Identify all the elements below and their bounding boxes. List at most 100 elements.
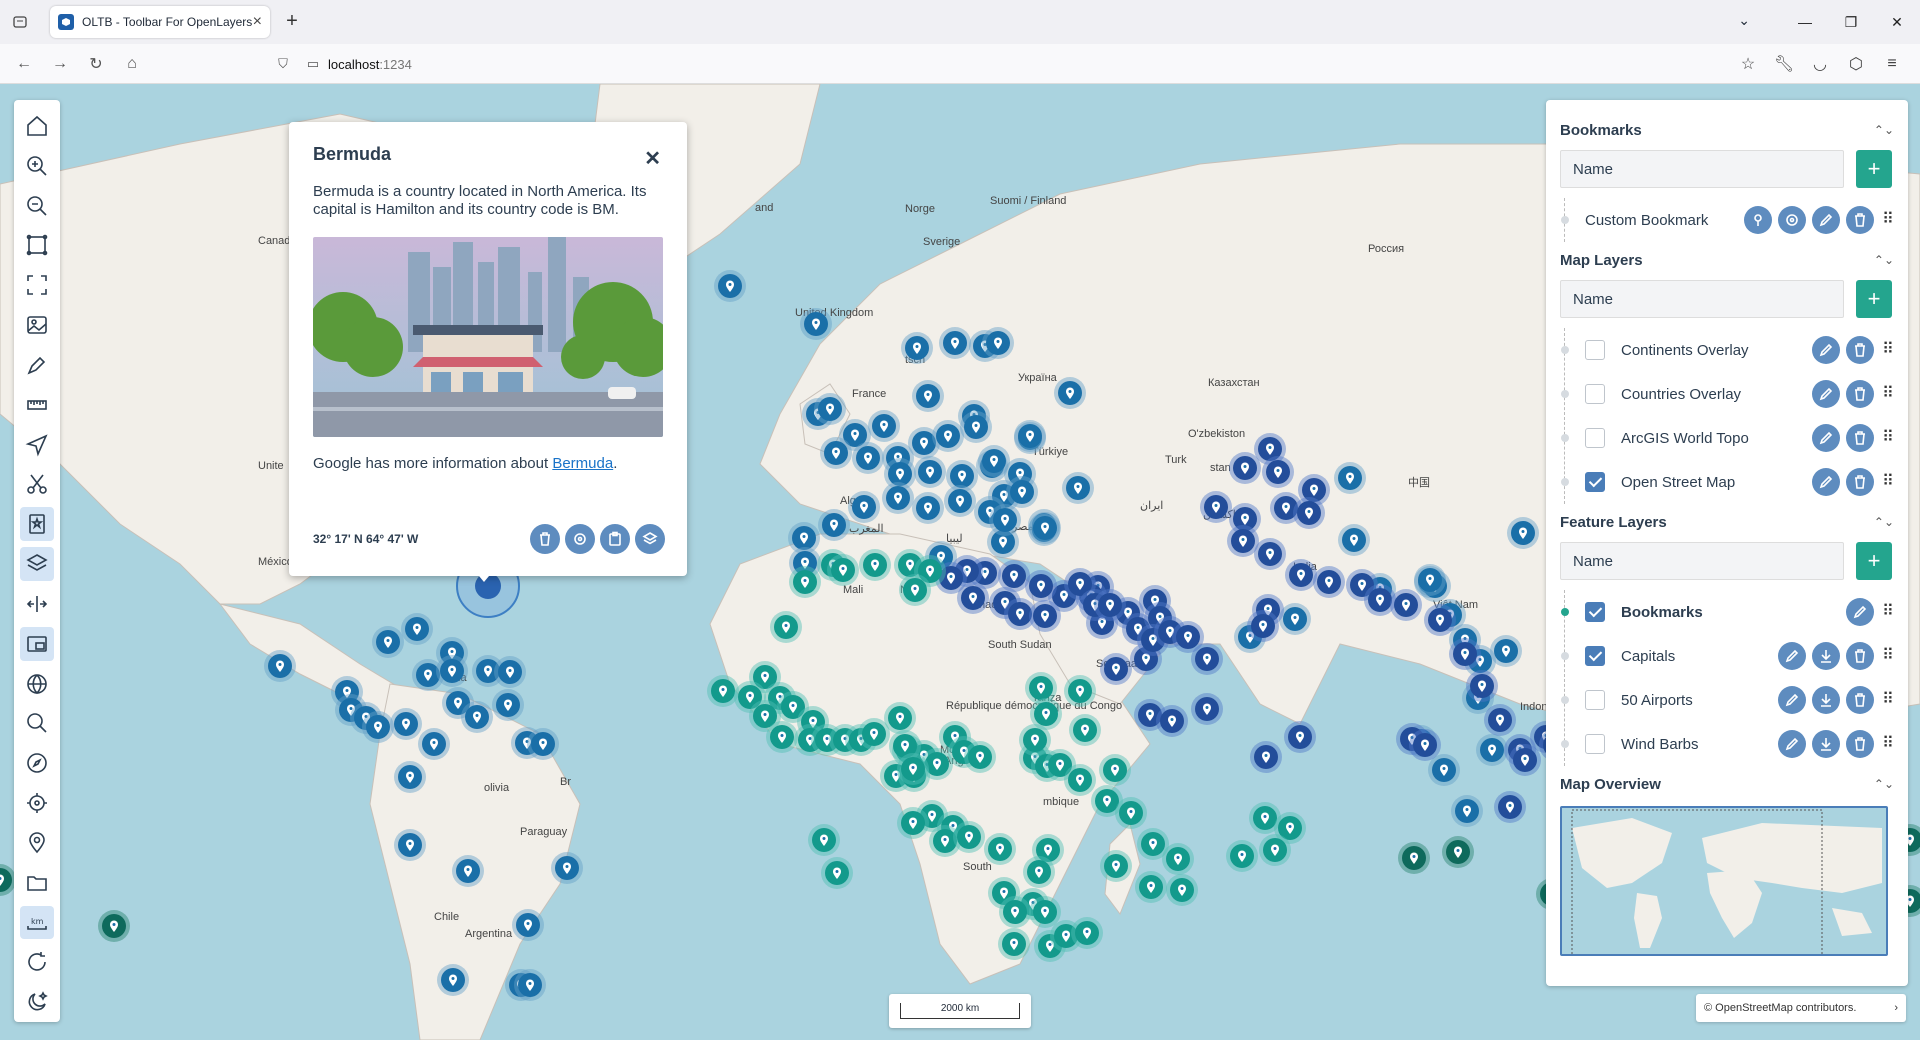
map-marker[interactable]	[998, 928, 1030, 960]
download-button[interactable]	[1812, 730, 1840, 758]
map-marker[interactable]	[1094, 589, 1126, 621]
map-marker[interactable]	[1014, 420, 1046, 452]
map-marker[interactable]	[1156, 705, 1188, 737]
map-marker[interactable]	[98, 910, 130, 942]
map-marker[interactable]	[1414, 564, 1446, 596]
map-marker[interactable]	[882, 482, 914, 514]
map-marker[interactable]	[362, 711, 394, 743]
map-marker[interactable]	[1100, 653, 1132, 685]
map-marker[interactable]	[964, 741, 996, 773]
bermuda-link[interactable]: Bermuda	[552, 455, 613, 472]
layer-item[interactable]: Continents Overlay ⠿	[1561, 328, 1894, 372]
map-marker[interactable]	[868, 410, 900, 442]
drag-handle-icon[interactable]: ⠿	[1880, 648, 1894, 664]
delete-button[interactable]	[1846, 206, 1874, 234]
map-marker[interactable]	[551, 852, 583, 884]
wrench-icon[interactable]: 🔧︎	[1766, 48, 1802, 80]
map-marker[interactable]	[1135, 871, 1167, 903]
drag-handle-icon[interactable]: ⠿	[1880, 212, 1894, 228]
zoom-in-tool[interactable]	[20, 149, 54, 183]
map-marker[interactable]	[1284, 721, 1316, 753]
list-item[interactable]: Custom Bookmark ⠿	[1561, 198, 1894, 242]
map-marker[interactable]	[848, 491, 880, 523]
map-marker[interactable]	[912, 492, 944, 524]
map-marker[interactable]	[1247, 610, 1279, 642]
collapse-icon[interactable]: ⌃⌄	[1874, 777, 1894, 791]
extensions-icon[interactable]: ⬡	[1838, 48, 1874, 80]
map-marker[interactable]	[821, 857, 853, 889]
map-marker[interactable]	[1449, 638, 1481, 670]
drag-handle-icon[interactable]: ⠿	[1880, 342, 1894, 358]
layer-checkbox[interactable]	[1585, 384, 1605, 404]
download-button[interactable]	[1812, 642, 1840, 670]
edit-button[interactable]	[1812, 424, 1840, 452]
map-marker[interactable]	[914, 456, 946, 488]
reload-icon[interactable]: ↻	[78, 48, 114, 80]
browser-tab[interactable]: OLTB - Toolbar For OpenLayers ×	[50, 6, 270, 38]
globe-tool[interactable]	[20, 667, 54, 701]
map-marker[interactable]	[1054, 377, 1086, 409]
edit-button[interactable]	[1778, 642, 1806, 670]
map-marker[interactable]	[1424, 604, 1456, 636]
layer-item[interactable]: Wind Barbs ⠿	[1561, 722, 1894, 766]
layers-tool[interactable]	[20, 547, 54, 581]
edit-button[interactable]	[1812, 206, 1840, 234]
map-marker[interactable]	[957, 582, 989, 614]
map-marker[interactable]	[1390, 589, 1422, 621]
map-marker[interactable]	[1398, 842, 1430, 874]
map-marker[interactable]	[984, 833, 1016, 865]
drag-handle-icon[interactable]: ⠿	[1880, 604, 1894, 620]
map-marker[interactable]	[1191, 643, 1223, 675]
map-marker[interactable]	[1069, 714, 1101, 746]
map-marker[interactable]	[1062, 472, 1094, 504]
tab-list-icon[interactable]	[0, 0, 40, 44]
map-marker[interactable]	[789, 566, 821, 598]
map-marker[interactable]	[1030, 698, 1062, 730]
map-marker[interactable]	[960, 411, 992, 443]
menu-icon[interactable]: ≡	[1874, 48, 1910, 80]
map-marker[interactable]	[512, 909, 544, 941]
feature-layers-header[interactable]: Feature Layers ⌃⌄	[1560, 510, 1894, 534]
chevron-right-icon[interactable]: ›	[1894, 1002, 1898, 1014]
overview-tool[interactable]	[20, 626, 54, 661]
map-marker[interactable]	[437, 964, 469, 996]
layer-checkbox[interactable]	[1585, 646, 1605, 666]
star-icon[interactable]: ☆	[1730, 48, 1766, 80]
url-bar[interactable]: ⛉ ▭ localhost:1234	[268, 48, 1728, 80]
map-marker[interactable]	[852, 442, 884, 474]
close-window-icon[interactable]: ✕	[1874, 0, 1920, 44]
delete-button[interactable]	[1846, 468, 1874, 496]
map-marker[interactable]	[492, 689, 524, 721]
layer-button[interactable]	[635, 524, 665, 554]
bookmarks-header[interactable]: Bookmarks ⌃⌄	[1560, 118, 1894, 142]
map-marker[interactable]	[897, 753, 929, 785]
edit-button[interactable]	[1846, 598, 1874, 626]
map-marker[interactable]	[1466, 670, 1498, 702]
map-marker[interactable]	[1250, 741, 1282, 773]
overview-map[interactable]	[1560, 806, 1888, 956]
marker-button[interactable]	[1744, 206, 1772, 234]
layer-item[interactable]: 50 Airports ⠿	[1561, 678, 1894, 722]
map-marker[interactable]	[1285, 559, 1317, 591]
map-marker[interactable]	[390, 708, 422, 740]
drag-handle-icon[interactable]: ⠿	[1880, 736, 1894, 752]
edit-button[interactable]	[1778, 686, 1806, 714]
add-map-layer-button[interactable]: +	[1856, 280, 1892, 318]
split-view-tool[interactable]	[20, 587, 54, 621]
map-marker[interactable]	[1064, 764, 1096, 796]
map-marker[interactable]	[1334, 462, 1366, 494]
drag-handle-icon[interactable]: ⠿	[1880, 474, 1894, 490]
map-marker[interactable]	[372, 626, 404, 658]
layer-checkbox[interactable]	[1585, 602, 1605, 622]
map-marker[interactable]	[1023, 856, 1055, 888]
map-marker[interactable]	[1338, 524, 1370, 556]
map-marker[interactable]	[901, 332, 933, 364]
pocket-icon[interactable]: ◡	[1802, 48, 1838, 80]
map-marker[interactable]	[1115, 797, 1147, 829]
delete-button[interactable]	[1846, 336, 1874, 364]
map-marker[interactable]	[1029, 512, 1061, 544]
delete-button[interactable]	[1846, 424, 1874, 452]
map-marker[interactable]	[820, 437, 852, 469]
map-marker[interactable]	[978, 445, 1010, 477]
layer-checkbox[interactable]	[1585, 428, 1605, 448]
